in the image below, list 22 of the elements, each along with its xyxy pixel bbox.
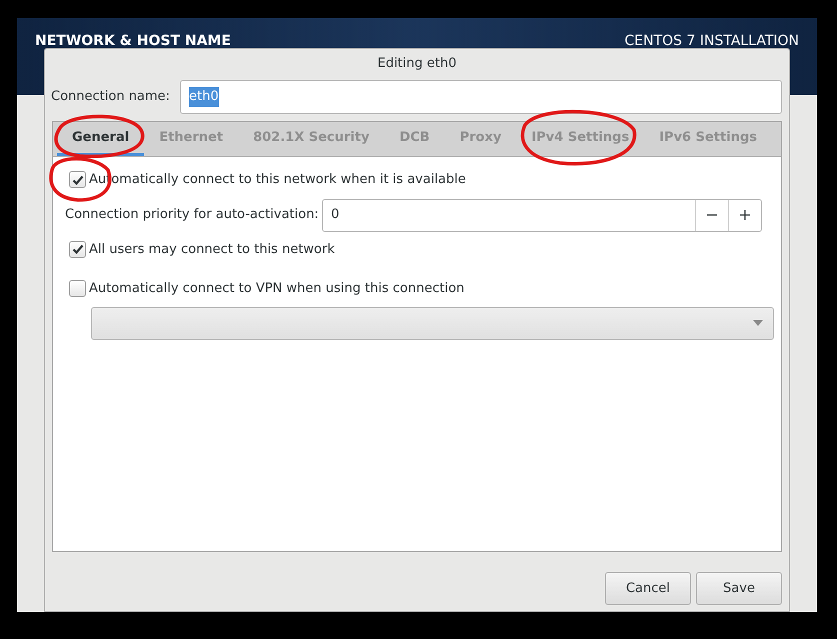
tab[interactable]: Proxy <box>444 122 516 156</box>
checkbox-label: Automatically connect to VPN when using this connection <box>89 280 464 298</box>
tab[interactable]: DCB <box>384 122 445 156</box>
tab[interactable]: IPv4 Settings <box>516 122 644 156</box>
field-value: 0 <box>330 206 340 224</box>
dialog-button[interactable]: Cancel <box>605 572 691 605</box>
product-name: CENTOS 7 INSTALLATION <box>624 32 799 51</box>
checkbox-label: All users may connect to this network <box>89 240 335 258</box>
priority-spin-field[interactable]: 0 − + <box>322 198 762 232</box>
priority-label: Connection priority for auto-activation: <box>65 206 320 224</box>
tab[interactable]: 802.1X Security <box>238 122 384 156</box>
connection-name-field[interactable]: eth0 <box>180 80 782 114</box>
increment-button[interactable]: + <box>728 200 761 230</box>
dialog-title: Editing eth0 <box>376 54 458 73</box>
decrement-button[interactable]: − <box>695 200 728 230</box>
tab[interactable]: General <box>57 122 144 156</box>
dialog-button[interactable]: Save <box>696 572 782 605</box>
tab[interactable]: Ethernet <box>144 122 238 156</box>
field-value: eth0 <box>189 87 219 107</box>
connection-name-label: Connection name: <box>51 88 171 106</box>
page-title: NETWORK & HOST NAME <box>35 32 231 51</box>
tab[interactable]: IPv6 Settings <box>644 122 772 156</box>
